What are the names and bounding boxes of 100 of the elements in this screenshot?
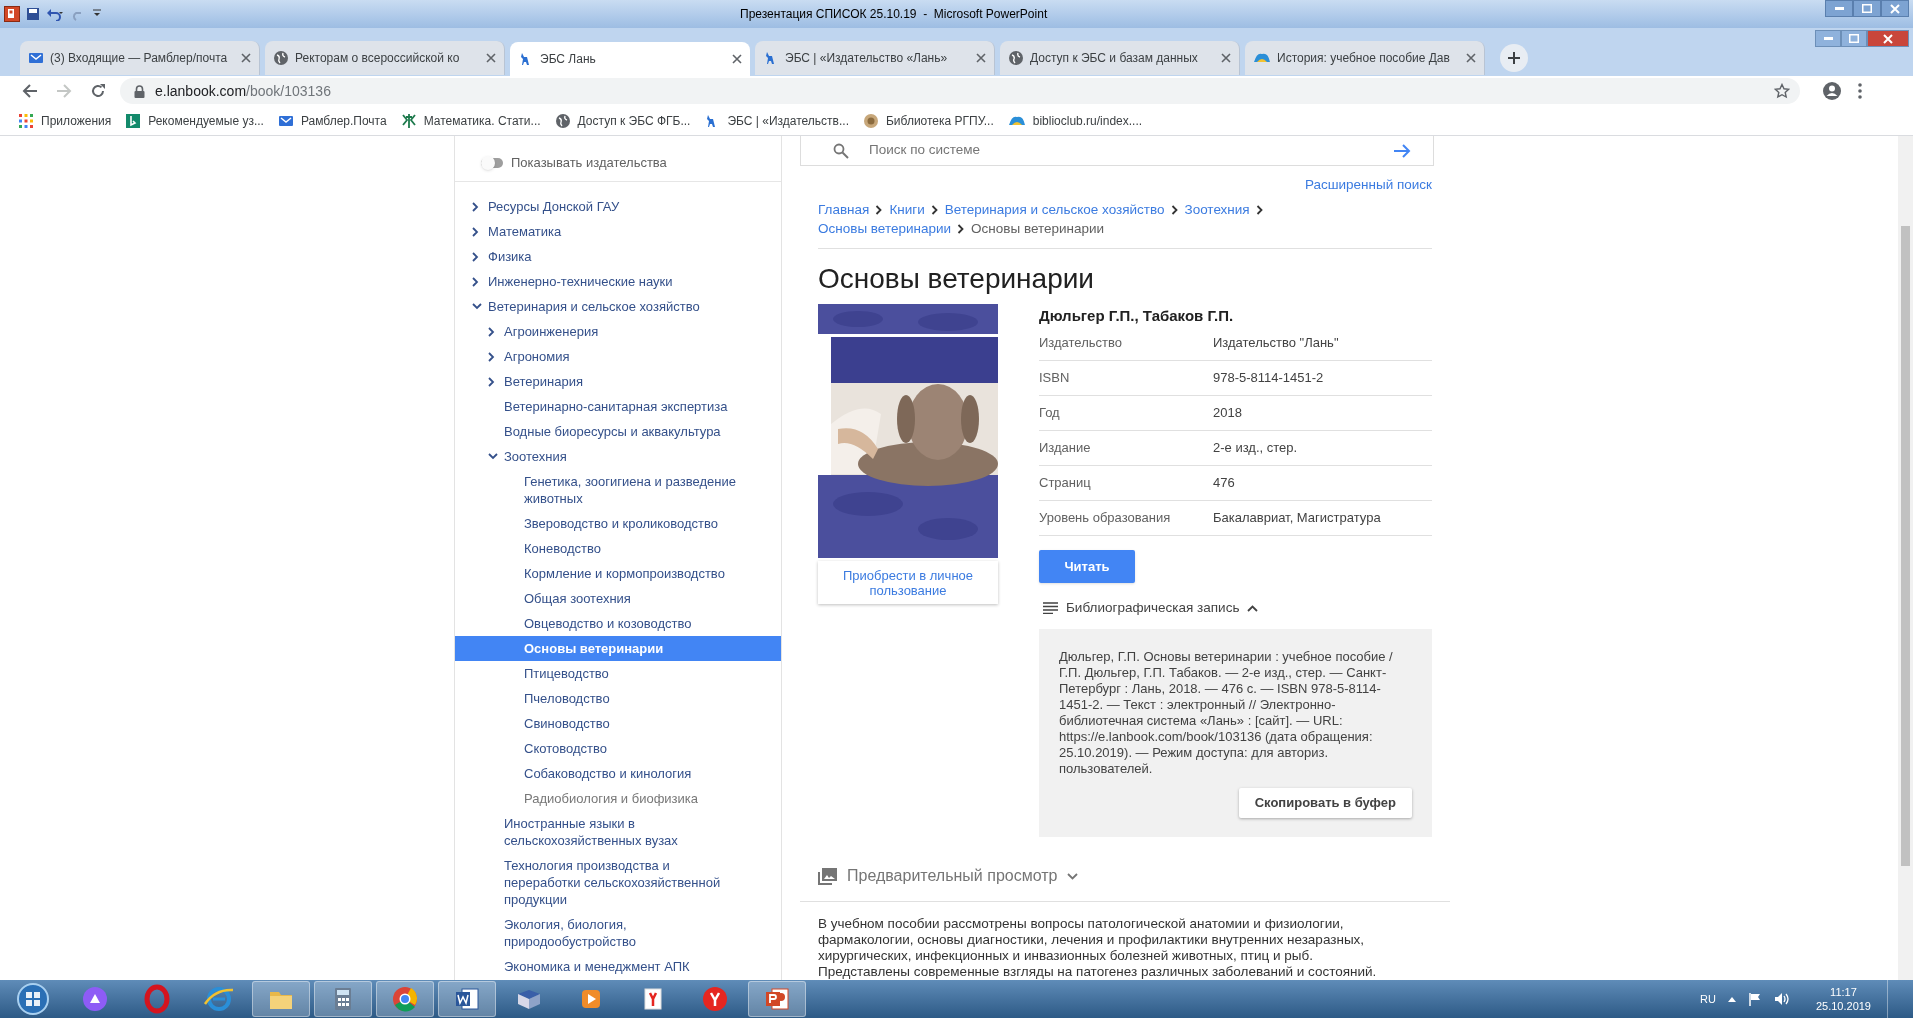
chevron-right-icon[interactable]	[472, 251, 479, 262]
category-item[interactable]: Экономика и менеджмент АПК	[455, 954, 781, 979]
chevron-right-icon[interactable]	[488, 351, 495, 362]
bookmark[interactable]: ЭБС | «Издательств...	[704, 111, 849, 130]
bookmark[interactable]: Приложения	[18, 111, 112, 130]
scrollbar-thumb[interactable]	[1901, 226, 1910, 866]
speaker-icon[interactable]	[1773, 992, 1790, 1006]
close-icon[interactable]	[486, 53, 496, 63]
breadcrumb-link[interactable]: Ветеринария и сельское хозяйство	[944, 202, 1165, 217]
category-item[interactable]: Пчеловодство	[455, 686, 781, 711]
close-icon[interactable]	[732, 54, 742, 64]
browser-tab[interactable]: Доступ к ЭБС и базам данных	[1000, 41, 1240, 75]
copy-button[interactable]: Скопировать в буфер	[1238, 788, 1412, 818]
chevron-down-icon[interactable]	[488, 453, 498, 460]
category-item[interactable]: Овцеводство и козоводство	[455, 611, 781, 636]
category-item[interactable]: Коневодство	[455, 536, 781, 561]
chevron-right-icon[interactable]	[472, 201, 479, 212]
taskbar-button[interactable]	[748, 981, 806, 1017]
bookmark[interactable]: Библиотека РГПУ...	[862, 111, 994, 130]
search-bar[interactable]: Поиск по системе	[800, 136, 1434, 166]
bookmark[interactable]: biblioclub.ru/index....	[1007, 111, 1143, 130]
category-item[interactable]: Водные биоресурсы и аквакультура	[455, 419, 781, 444]
read-button[interactable]: Читать	[1039, 550, 1135, 583]
bookmark[interactable]: Доступ к ЭБС ФГБ...	[554, 111, 691, 130]
bibliography-toggle[interactable]: Библиографическая запись	[1039, 597, 1432, 619]
save-icon[interactable]	[26, 7, 40, 21]
search-field[interactable]: Поиск по системе	[869, 140, 1373, 161]
minimize-button[interactable]	[1825, 0, 1853, 17]
close-icon[interactable]	[1221, 53, 1231, 63]
category-item[interactable]: Общая зоотехния	[455, 586, 781, 611]
images-icon	[818, 867, 837, 885]
plus-icon	[1507, 51, 1521, 65]
reload-icon[interactable]	[90, 83, 106, 99]
taskbar-button[interactable]	[314, 981, 372, 1017]
chevron-down-icon[interactable]	[472, 303, 482, 310]
restore-button[interactable]	[1853, 0, 1881, 17]
category-item[interactable]: Ветеринарно-санитарная экспертиза	[455, 394, 781, 419]
category-item[interactable]: Собаководство и кинология	[455, 761, 781, 786]
category-item[interactable]: Скотоводство	[455, 736, 781, 761]
close-icon[interactable]	[1466, 53, 1476, 63]
browser-tab[interactable]: История: учебное пособие Дав	[1245, 41, 1485, 75]
category-item[interactable]: Инженерно-технические науки	[455, 269, 781, 294]
chevron-right-icon[interactable]	[488, 376, 495, 387]
chevron-right-icon[interactable]	[472, 226, 479, 237]
back-icon[interactable]	[22, 83, 38, 99]
category-item[interactable]: Генетика, зоогигиена и разведение животных	[455, 469, 781, 511]
category-item[interactable]: Свиноводство	[455, 711, 781, 736]
category-item[interactable]: Экология, биология, природообустройство	[455, 912, 781, 954]
address-bar[interactable]: e.lanbook.com/book/103136	[120, 78, 1800, 104]
undo-icon[interactable]	[46, 7, 64, 21]
account-icon[interactable]	[1822, 81, 1842, 101]
browser-tab[interactable]: (3) Входящие — Рамблер/почта	[20, 41, 260, 75]
category-item[interactable]: Птицеводство	[455, 661, 781, 686]
more-menu-icon[interactable]	[1858, 83, 1862, 99]
close-button[interactable]	[1867, 30, 1909, 47]
category-item[interactable]: Технология производства и переработки сельскохозяйственной продукции	[455, 853, 781, 912]
caret-up-icon[interactable]	[1727, 996, 1736, 1002]
browser-tab[interactable]: ЭБС Лань	[510, 42, 750, 76]
chevron-right-icon[interactable]	[488, 326, 495, 337]
browser-tab[interactable]: Ректорам о всероссийской ко	[265, 41, 505, 75]
toggle-switch[interactable]	[481, 155, 503, 170]
category-item[interactable]: Звероводство и кролиководство	[455, 511, 781, 536]
purchase-link[interactable]: Приобрести в личное пользование	[838, 567, 978, 598]
bookmark[interactable]: Рамблер.Почта	[277, 111, 387, 130]
breadcrumb-link[interactable]: Главная	[818, 202, 870, 217]
bookmark[interactable]: Рекомендуемые уз...	[125, 111, 264, 130]
star-icon[interactable]	[1774, 83, 1790, 99]
breadcrumb-link[interactable]: Основы ветеринарии	[818, 221, 952, 236]
language-indicator[interactable]: RU	[1700, 990, 1716, 1008]
detail-value: Издательство "Лань"	[1213, 334, 1339, 353]
category-item[interactable]: Физика	[455, 244, 781, 269]
clock-date[interactable]: 25.10.2019	[1815, 999, 1871, 1013]
category-item[interactable]: Агроинженерия	[455, 319, 781, 344]
category-item[interactable]: Кормление и кормопроизводство	[455, 561, 781, 586]
close-button[interactable]	[1881, 0, 1909, 17]
category-item[interactable]: Ветеринария и сельское хозяйство	[455, 294, 781, 319]
category-item[interactable]: Ветеринария	[455, 369, 781, 394]
browser-tab[interactable]: ЭБС | «Издательство «Лань»	[755, 41, 995, 75]
clock-time[interactable]: 11:17	[1830, 985, 1857, 999]
taskbar-button[interactable]	[438, 981, 496, 1017]
category-item[interactable]: Основы ветеринарии	[455, 636, 781, 661]
category-item[interactable]: Зоотехния	[455, 444, 781, 469]
breadcrumb-link[interactable]: Книги	[889, 202, 925, 217]
category-item[interactable]: Агрономия	[455, 344, 781, 369]
restore-button[interactable]	[1841, 30, 1867, 47]
preview-toggle[interactable]: Предварительный просмотр	[818, 864, 1432, 888]
advanced-search-link[interactable]: Расширенный поиск	[1304, 176, 1432, 194]
category-item[interactable]: Иностранные языки в сельскохозяйственных вузах	[455, 811, 781, 853]
category-item[interactable]: Математика	[455, 219, 781, 244]
minimize-button[interactable]	[1815, 30, 1841, 47]
close-icon[interactable]	[976, 53, 986, 63]
app-icon[interactable]	[4, 6, 20, 22]
bookmark[interactable]: Математика. Стати...	[400, 111, 541, 130]
category-item[interactable]: Ресурсы Донской ГАУ	[455, 194, 781, 219]
chevron-right-icon[interactable]	[472, 276, 479, 287]
breadcrumb-link[interactable]: Зоотехния	[1184, 202, 1250, 217]
flag-icon[interactable]	[1747, 992, 1762, 1006]
arrow-right-icon[interactable]	[1393, 142, 1411, 159]
close-icon[interactable]	[241, 53, 251, 63]
new-tab-button[interactable]	[1500, 44, 1528, 72]
